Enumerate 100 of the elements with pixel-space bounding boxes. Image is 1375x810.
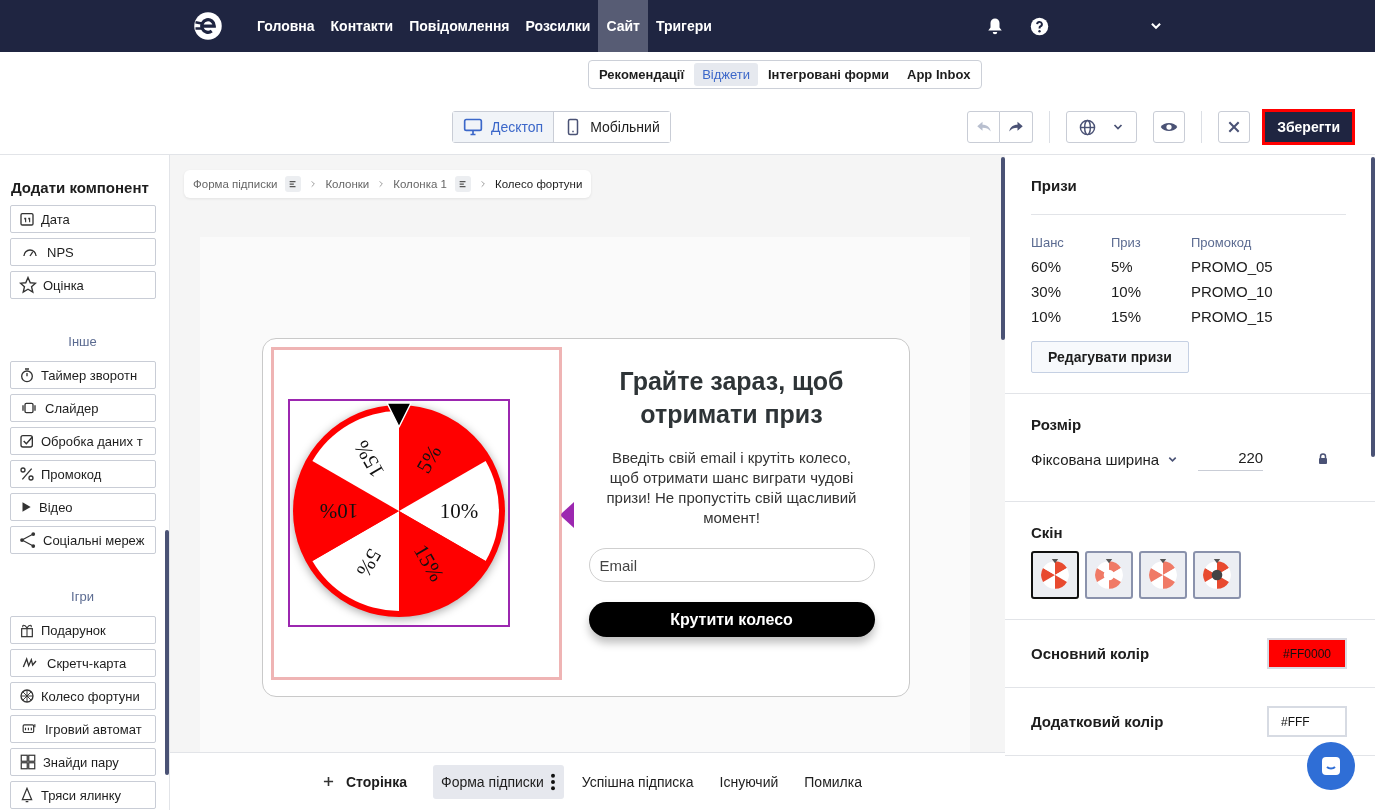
timer-icon — [19, 367, 35, 383]
plus-icon — [323, 776, 334, 787]
wheel-skin-icon — [1092, 558, 1126, 592]
edit-prizes-button[interactable]: Редагувати призи — [1031, 341, 1189, 373]
breadcrumb-link[interactable]: Форма підписки — [193, 178, 278, 190]
component-item[interactable]: Соціальні мереж — [10, 526, 156, 554]
email-field[interactable]: Email — [588, 548, 875, 582]
component-item[interactable]: Відео — [10, 493, 156, 521]
sub-tab[interactable]: Інтегровані форми — [760, 63, 897, 86]
nav-tab[interactable]: Головна — [249, 0, 323, 52]
align-menu-icon[interactable] — [455, 176, 471, 192]
breadcrumb-link[interactable]: Колонка 1 — [393, 178, 447, 190]
component-item[interactable]: Обробка даних т — [10, 427, 156, 455]
skin-option[interactable] — [1031, 551, 1079, 599]
breadcrumb-link[interactable]: Колесо фортуни — [495, 178, 583, 190]
section-heading: Призи — [1031, 177, 1078, 194]
nav-tab[interactable]: Контакти — [322, 0, 402, 52]
slider-icon — [19, 400, 39, 416]
table-cell-text: 10% — [1031, 308, 1063, 325]
component-item[interactable]: Тряси ялинку — [10, 781, 156, 809]
page-tab[interactable]: Існуючий — [711, 764, 787, 799]
color-swatch[interactable]: #FFF — [1267, 706, 1347, 737]
form-description: Введіть свій email і крутіть колесо, щоб отримати шанс виграти чудові призи! Не пропустіть свій щасливий момент! — [605, 448, 858, 528]
page-tab[interactable]: Помилка — [796, 764, 870, 799]
group-heading: Ігри — [70, 588, 95, 606]
device-toggle[interactable]: Десктоп — [453, 112, 554, 142]
scrollbar-thumb[interactable] — [1371, 157, 1375, 457]
breadcrumb-link[interactable]: Колонки — [325, 178, 370, 190]
nav-tab[interactable]: Повідомлення — [401, 0, 518, 52]
align-menu-icon[interactable] — [285, 176, 302, 192]
notification-bell-icon — [986, 17, 1004, 35]
component-item[interactable]: Промокод — [10, 460, 156, 488]
component-item[interactable]: Колесо фортуни — [10, 682, 156, 710]
star-icon — [19, 276, 37, 294]
table-cell-text: PROMO_05 — [1191, 258, 1274, 275]
language-dropdown[interactable] — [1066, 111, 1138, 143]
column-header: Шанс — [1031, 235, 1065, 250]
align-lines-icon — [288, 179, 299, 189]
section-heading: Розмір — [1031, 416, 1083, 433]
logo-icon — [193, 11, 223, 41]
component-item[interactable]: Знайди пару — [10, 748, 156, 776]
skin-option[interactable] — [1193, 551, 1241, 599]
width-mode-dropdown[interactable]: Фіксована ширина — [1031, 450, 1179, 468]
group-heading: Інше — [67, 333, 98, 351]
chat-icon — [1319, 754, 1343, 778]
sub-tab[interactable]: Віджети — [694, 63, 758, 86]
nav-tab[interactable]: Тригери — [647, 0, 720, 52]
table-cell-text: 10% — [1111, 283, 1143, 300]
bell-icon — [19, 786, 35, 804]
monitor-icon — [463, 117, 483, 137]
sub-tab[interactable]: App Inbox — [899, 63, 979, 86]
form-heading: Грайте зараз, щоб отримати приз — [618, 366, 845, 430]
save-button[interactable]: Зберегти — [1262, 109, 1355, 145]
color-swatch[interactable]: #FF0000 — [1267, 638, 1347, 669]
percent-icon — [19, 466, 35, 482]
column-header: Промокод — [1191, 235, 1253, 250]
component-item[interactable]: Оцінка — [10, 271, 156, 299]
help-icon — [1030, 16, 1049, 36]
preview-button[interactable] — [1153, 111, 1186, 143]
spin-button[interactable]: Крутити колесо — [588, 602, 875, 637]
nav-tab[interactable]: Сайт — [598, 0, 648, 52]
redo-button[interactable] — [1000, 111, 1034, 143]
device-toggle[interactable]: Мобільний — [553, 112, 670, 142]
table-cell-text: PROMO_15 — [1191, 308, 1274, 325]
component-item[interactable]: Таймер зворотн — [10, 361, 156, 389]
wheel-skin-icon — [1146, 558, 1180, 592]
more-vertical-icon — [549, 772, 556, 791]
lock-icon — [1317, 452, 1329, 466]
resize-handle-icon — [560, 502, 574, 528]
close-button[interactable] — [1218, 111, 1251, 143]
table-cell-text: 60% — [1031, 258, 1063, 275]
page-tab[interactable]: Успішна підписка — [573, 764, 702, 799]
color-label: Додатковий колір — [1031, 713, 1164, 730]
table-cell-text: 5% — [1111, 258, 1134, 275]
chat-button[interactable] — [1307, 742, 1355, 790]
calendar-icon — [19, 211, 35, 227]
color-label: Основний колір — [1031, 645, 1150, 662]
wheel-skin-icon — [1038, 558, 1072, 592]
grid-icon — [19, 753, 37, 771]
section-heading: Скін — [1031, 524, 1064, 541]
component-item[interactable]: Слайдер — [10, 394, 156, 422]
globe-icon — [1079, 118, 1097, 136]
wheel-skin-icon — [1200, 558, 1234, 592]
column-header: Приз — [1111, 235, 1142, 250]
chevron-right-icon — [479, 179, 487, 189]
component-item[interactable]: Подарунок — [10, 616, 156, 644]
page-tab[interactable]: Форма підписки — [433, 764, 564, 799]
nav-tab[interactable]: Розсилки — [517, 0, 599, 52]
scrollbar-thumb[interactable] — [1001, 157, 1005, 340]
sub-tab[interactable]: Рекомендації — [591, 63, 693, 86]
checkbox-icon — [19, 433, 35, 449]
align-lines-icon — [458, 179, 468, 189]
component-item[interactable]: Дата — [10, 205, 156, 233]
add-page-button[interactable]: Сторінка — [315, 764, 416, 799]
chevron-right-icon — [309, 179, 318, 189]
component-item[interactable]: NPS — [10, 238, 156, 266]
scrollbar-thumb[interactable] — [165, 530, 169, 775]
component-item[interactable]: Скретч-карта — [10, 649, 156, 677]
table-cell-text: 30% — [1031, 283, 1063, 300]
component-item[interactable]: Ігровий автомат — [10, 715, 156, 743]
